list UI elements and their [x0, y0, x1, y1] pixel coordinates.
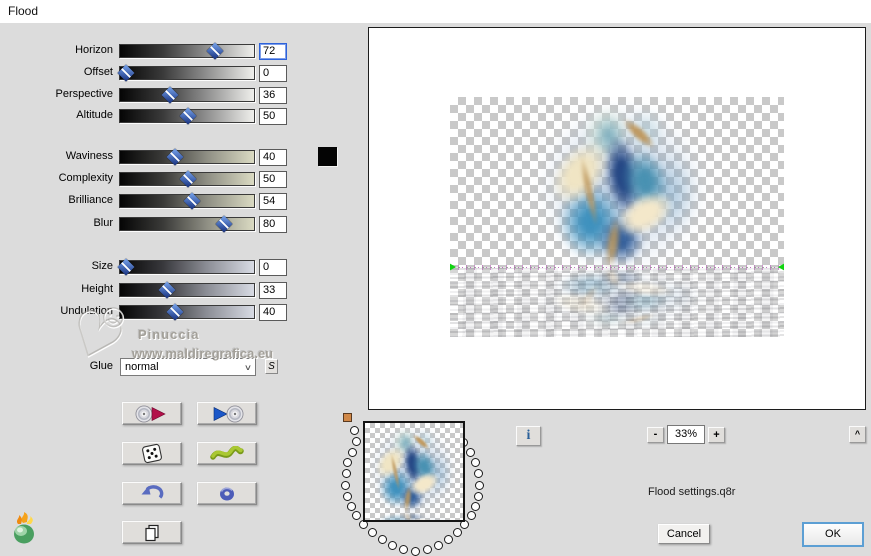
slider-track-waviness[interactable]	[119, 150, 255, 164]
undo-arrow-icon	[141, 485, 164, 499]
slider-value-complexity[interactable]: 50	[259, 170, 287, 188]
slider-value-brilliance[interactable]: 54	[259, 192, 287, 210]
slider-value-size[interactable]: 0	[259, 258, 287, 276]
memory-dot[interactable]	[452, 527, 462, 537]
slider-track-size[interactable]	[119, 260, 255, 274]
flower-reflection	[365, 498, 463, 520]
memory-dot[interactable]	[398, 544, 408, 554]
info-button[interactable]: i	[516, 426, 541, 446]
dice-icon	[142, 443, 162, 464]
zoom-out-button[interactable]: -	[647, 427, 664, 443]
slider-value-undulation[interactable]: 40	[259, 303, 287, 321]
slider-value-height[interactable]: 33	[259, 281, 287, 299]
preview-thumbnail[interactable]	[363, 421, 465, 522]
slider-label-size: Size	[91, 260, 113, 272]
preview-panel	[368, 27, 866, 410]
slider-value-perspective[interactable]: 36	[259, 86, 287, 104]
cd-play-icon	[135, 405, 166, 422]
donut-icon	[220, 487, 234, 500]
play-cd-icon	[213, 405, 244, 422]
load-settings-button[interactable]	[122, 402, 182, 425]
memory-dot[interactable]	[346, 501, 356, 511]
slider-value-blur[interactable]: 80	[259, 215, 287, 233]
cancel-button[interactable]: Cancel	[658, 524, 710, 544]
glue-value: normal	[125, 361, 159, 373]
slider-label-blur: Blur	[93, 217, 113, 229]
undo-button[interactable]	[122, 482, 182, 505]
memory-dot[interactable]	[465, 447, 475, 457]
zoom-in-button[interactable]: +	[708, 427, 725, 443]
memory-dot[interactable]	[351, 436, 361, 446]
save-settings-button[interactable]	[197, 402, 257, 425]
scroll-up-button[interactable]: ^	[849, 426, 866, 443]
slider-track-height[interactable]	[119, 283, 255, 297]
zoom-level: 33%	[667, 425, 705, 444]
memory-dot[interactable]	[349, 425, 359, 435]
memory-dot[interactable]	[470, 457, 480, 467]
horizon-line[interactable]	[450, 263, 784, 271]
slider-label-altitude: Altitude	[76, 109, 113, 121]
slider-track-offset[interactable]	[119, 66, 255, 80]
memory-dot[interactable]	[422, 544, 432, 554]
flaming-pear-logo	[14, 512, 34, 544]
slider-label-complexity: Complexity	[58, 172, 113, 184]
preview-image[interactable]	[450, 97, 784, 337]
memory-dot[interactable]	[340, 480, 350, 490]
slider-label-waviness: Waviness	[65, 150, 113, 162]
slider-value-altitude[interactable]: 50	[259, 107, 287, 125]
slider-track-undulation[interactable]	[119, 305, 255, 319]
memory-dot[interactable]	[473, 468, 483, 478]
memory-dot[interactable]	[470, 501, 480, 511]
memory-dot[interactable]	[473, 491, 483, 501]
slider-track-blur[interactable]	[119, 217, 255, 231]
slider-label-perspective: Perspective	[55, 88, 113, 100]
memory-dot[interactable]	[342, 457, 352, 467]
title-bar: Flood	[0, 0, 871, 23]
memory-dot[interactable]	[443, 534, 453, 544]
copy-settings-button[interactable]	[122, 521, 182, 544]
wave-preset-button[interactable]	[197, 442, 257, 465]
horizon-right-marker[interactable]	[778, 263, 784, 271]
slider-value-horizon[interactable]: 72	[259, 42, 287, 60]
slider-label-brilliance: Brilliance	[68, 194, 113, 206]
memory-dot[interactable]	[377, 534, 387, 544]
memory-dot[interactable]	[433, 540, 443, 550]
pages-icon	[145, 524, 159, 541]
memory-dot[interactable]	[342, 491, 352, 501]
water-reflection	[450, 268, 784, 337]
memory-dot[interactable]	[341, 468, 351, 478]
memory-dot[interactable]	[387, 540, 397, 550]
horizon-left-marker[interactable]	[450, 263, 456, 271]
memory-dot[interactable]	[347, 447, 357, 457]
slider-track-perspective[interactable]	[119, 88, 255, 102]
glue-s-button[interactable]: S	[265, 359, 278, 374]
settings-filename: Flood settings.q8r	[648, 486, 736, 498]
memory-dot[interactable]	[351, 510, 361, 520]
slider-label-height: Height	[81, 283, 113, 295]
memory-dot[interactable]	[474, 480, 484, 490]
watermark-url: www.maldiregrafica.eu	[132, 346, 274, 361]
memory-dot[interactable]	[466, 510, 476, 520]
memory-dot[interactable]	[410, 546, 420, 556]
info-icon: i	[526, 428, 531, 443]
current-dot-marker	[343, 413, 352, 422]
slider-label-offset: Offset	[83, 66, 113, 78]
dialog-title: Flood	[8, 4, 39, 18]
watermark-smiley: ☺	[92, 293, 135, 339]
randomize-button[interactable]	[122, 442, 182, 465]
slider-value-offset[interactable]: 0	[259, 64, 287, 82]
watermark-name: Pinuccia	[138, 327, 200, 342]
ring-button[interactable]	[197, 482, 257, 505]
slider-value-waviness[interactable]: 40	[259, 148, 287, 166]
slider-track-horizon[interactable]	[119, 44, 255, 58]
memory-dot[interactable]	[367, 527, 377, 537]
squiggle-icon	[210, 445, 244, 460]
ok-button[interactable]: OK	[802, 522, 864, 547]
slider-label-horizon: Horizon	[75, 44, 113, 56]
chevron-down-icon: ∨	[243, 363, 253, 372]
color-swatch[interactable]	[318, 147, 337, 166]
